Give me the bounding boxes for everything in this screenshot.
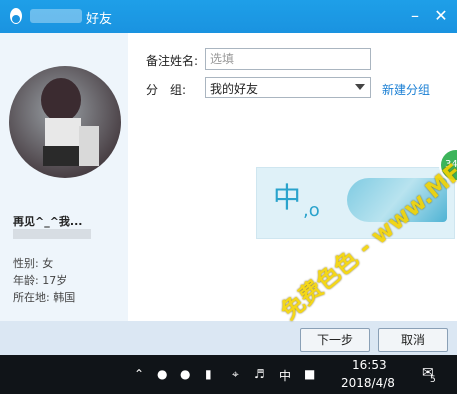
alias-input[interactable] bbox=[205, 48, 371, 70]
battery-icon[interactable]: ▮ bbox=[205, 367, 212, 381]
qq-tray-icon[interactable]: ● bbox=[157, 367, 167, 381]
wifi-icon[interactable]: ⌖ bbox=[232, 367, 239, 382]
alias-label: 备注姓名: bbox=[146, 54, 199, 68]
security-icon[interactable]: ■ bbox=[304, 367, 315, 381]
group-label: 分 组: bbox=[146, 83, 187, 97]
profile-panel: 再见^_^我... 性别: 女 年龄: 17岁 所在地: 韩国 bbox=[0, 33, 128, 321]
taskbar: ⌃ ● ● ▮ ⌖ ♬ 中 ■ 16:53 2018/4/8 ✉ 5 bbox=[0, 355, 457, 394]
age-label: 年龄: bbox=[13, 274, 39, 287]
gender-row: 性别: 女 bbox=[13, 255, 53, 271]
age-row: 年龄: 17岁 bbox=[13, 272, 67, 288]
avatar bbox=[9, 66, 121, 178]
blurred-id bbox=[13, 229, 91, 239]
location-row: 所在地: 韩国 bbox=[13, 289, 75, 305]
window-title: 好友 bbox=[86, 12, 113, 27]
title-bar: 好友 – ✕ bbox=[0, 0, 457, 33]
ime-indicator[interactable]: 中 bbox=[279, 367, 291, 384]
cancel-button[interactable]: 取消 bbox=[378, 328, 448, 352]
qq-tray-icon-2[interactable]: ● bbox=[180, 367, 190, 381]
clock-date[interactable]: 2018/4/8 bbox=[341, 376, 395, 390]
location-value: 韩国 bbox=[53, 291, 76, 304]
ad-text-main: 中 bbox=[273, 181, 302, 214]
ad-text-sub: ,o bbox=[303, 200, 320, 221]
blurred-username bbox=[30, 9, 82, 23]
gender-label: 性别: bbox=[13, 257, 39, 270]
close-button[interactable]: ✕ bbox=[430, 5, 452, 27]
age-value: 17岁 bbox=[42, 274, 68, 287]
notification-count: 5 bbox=[430, 375, 436, 385]
chevron-up-icon[interactable]: ⌃ bbox=[134, 367, 144, 381]
chevron-down-icon bbox=[355, 84, 365, 90]
minimize-button[interactable]: – bbox=[404, 5, 426, 27]
location-label: 所在地: bbox=[13, 291, 50, 304]
new-group-link[interactable]: 新建分组 bbox=[382, 81, 430, 98]
gender-value: 女 bbox=[42, 257, 54, 270]
clock-time[interactable]: 16:53 bbox=[352, 358, 387, 372]
profile-name: 再见^_^我... bbox=[13, 215, 83, 228]
next-button[interactable]: 下一步 bbox=[300, 328, 370, 352]
group-value: 我的好友 bbox=[210, 82, 259, 96]
volume-icon[interactable]: ♬ bbox=[254, 367, 265, 381]
group-select[interactable]: 我的好友 bbox=[205, 77, 371, 98]
qq-penguin-icon bbox=[7, 6, 25, 29]
